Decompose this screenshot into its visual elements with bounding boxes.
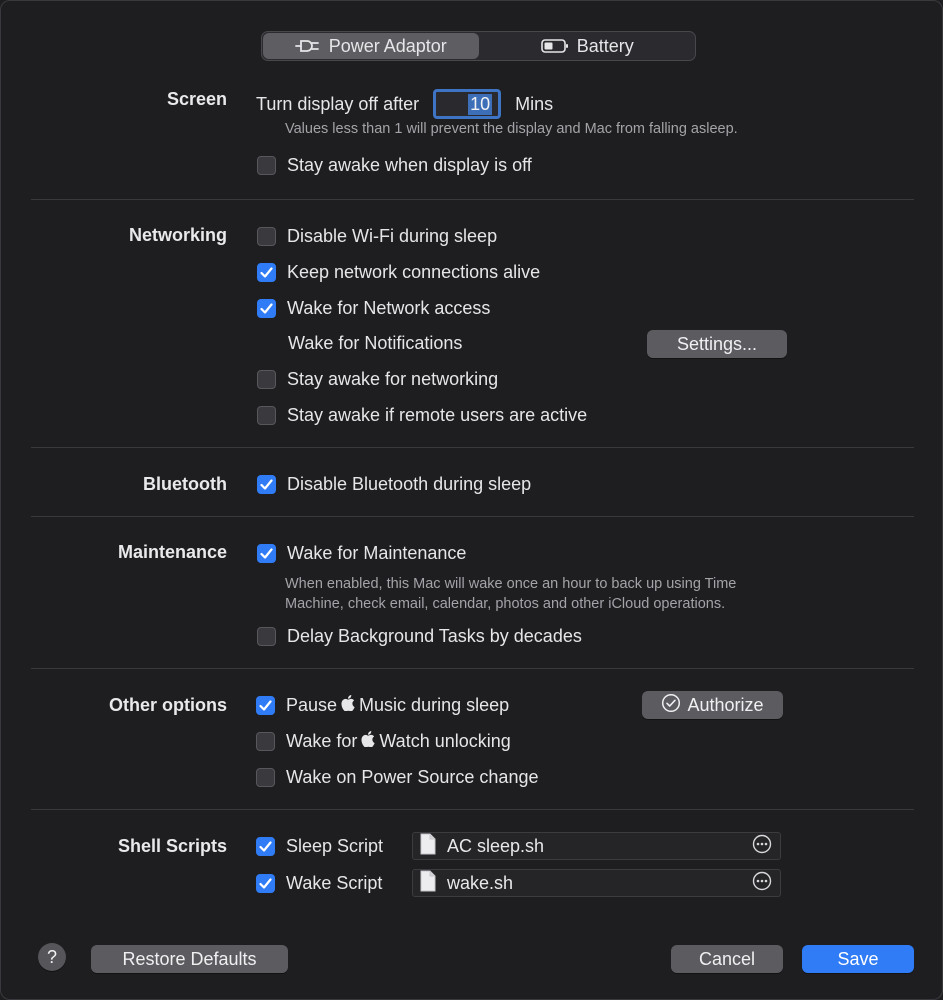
battery-icon — [540, 39, 569, 53]
section-label-other-options: Other options — [109, 695, 227, 715]
display-off-prefix: Turn display off after — [256, 93, 420, 114]
ellipsis-circle-icon[interactable] — [752, 834, 772, 859]
wake-script-file-field[interactable]: wake.sh — [412, 869, 781, 897]
checkbox-label: Wake for Maintenance — [287, 542, 467, 563]
document-icon — [419, 870, 437, 897]
section-label-maintenance: Maintenance — [117, 542, 227, 562]
checkmark-icon — [260, 547, 273, 559]
checkbox-label: Wake for Network access — [287, 297, 491, 318]
checkbox-label: Stay awake for networking — [287, 368, 499, 389]
wake-watch-unlocking-checkbox[interactable]: Wake for Watch unlocking — [256, 729, 511, 753]
sleep-script-filename: AC sleep.sh — [447, 835, 545, 856]
help-button[interactable]: ? — [38, 943, 66, 971]
checkmark-icon — [260, 478, 273, 490]
checkbox-label: Disable Wi-Fi during sleep — [287, 225, 498, 246]
checkmark-icon — [260, 302, 273, 314]
divider — [31, 809, 914, 810]
checkbox[interactable] — [256, 873, 275, 893]
checkbox[interactable] — [256, 695, 275, 715]
checkmark-icon — [260, 266, 273, 278]
section-label-shell-scripts: Shell Scripts — [117, 836, 227, 856]
checkbox[interactable] — [256, 731, 275, 751]
restore-defaults-button[interactable]: Restore Defaults — [91, 945, 288, 973]
checkbox-label: Wake on Power Source change — [286, 766, 539, 787]
stay-awake-display-off-checkbox[interactable]: Stay awake when display is off — [257, 153, 532, 177]
disable-bluetooth-checkbox[interactable]: Disable Bluetooth during sleep — [257, 472, 531, 496]
section-label-networking: Networking — [128, 225, 227, 245]
wake-script-filename: wake.sh — [447, 872, 514, 893]
authorize-button[interactable]: Authorize — [642, 691, 783, 719]
checkbox[interactable] — [257, 262, 276, 282]
sleep-script-checkbox[interactable]: Sleep Script — [256, 834, 383, 858]
checkbox[interactable] — [257, 626, 276, 646]
stay-awake-networking-checkbox[interactable]: Stay awake for networking — [257, 367, 498, 391]
checkbox-label: Stay awake if remote users are active — [287, 404, 588, 425]
apple-logo-icon — [361, 730, 375, 752]
source-segmented-control: Power Adaptor Battery — [261, 31, 696, 61]
checkbox[interactable] — [257, 405, 276, 425]
section-label-bluetooth: Bluetooth — [143, 474, 227, 494]
display-off-minutes-input[interactable]: 10 — [433, 89, 502, 119]
checkbox-label-prefix: Pause — [286, 694, 338, 715]
checkbox-label: Stay awake when display is off — [287, 154, 532, 175]
checkbox[interactable] — [256, 767, 275, 787]
ellipsis-circle-icon[interactable] — [752, 871, 772, 896]
checkbox[interactable] — [256, 836, 275, 856]
wake-maintenance-checkbox[interactable]: Wake for Maintenance — [257, 541, 466, 565]
notification-settings-button[interactable]: Settings... — [647, 330, 787, 358]
wake-network-access-checkbox[interactable]: Wake for Network access — [257, 296, 490, 320]
checkbox[interactable] — [257, 226, 276, 246]
tab-label: Power Adaptor — [328, 35, 447, 56]
checkbox-label: Wake Script — [286, 872, 383, 893]
stay-awake-remote-checkbox[interactable]: Stay awake if remote users are active — [257, 403, 587, 427]
maintenance-help-line-2: Machine, check email, calendar, photos a… — [285, 596, 726, 612]
wake-script-checkbox[interactable]: Wake Script — [256, 871, 382, 895]
checkmark-icon — [259, 877, 272, 889]
section-label-screen: Screen — [166, 89, 227, 109]
checkbox[interactable] — [257, 298, 276, 318]
checkbox-label: Keep network connections alive — [287, 261, 541, 282]
maintenance-help-line-1: When enabled, this Mac will wake once an… — [285, 576, 737, 592]
checkbox-label: Delay Background Tasks by decades — [287, 625, 582, 646]
apple-logo-icon — [341, 694, 355, 716]
checkbox-label: Disable Bluetooth during sleep — [287, 473, 532, 494]
tab-power-adaptor[interactable]: Power Adaptor — [263, 33, 479, 59]
screen-help-text: Values less than 1 will prevent the disp… — [285, 121, 738, 137]
checkbox-label-suffix: Music during sleep — [359, 694, 510, 715]
checkmark-icon — [259, 699, 272, 711]
disable-wifi-checkbox[interactable]: Disable Wi-Fi during sleep — [257, 224, 497, 248]
delay-background-tasks-checkbox[interactable]: Delay Background Tasks by decades — [257, 624, 582, 648]
checkbox[interactable] — [257, 543, 276, 563]
checkmark-icon — [259, 840, 272, 852]
display-off-unit: Mins — [515, 93, 554, 114]
tab-label: Battery — [576, 35, 634, 56]
checkbox[interactable] — [257, 369, 276, 389]
sleep-script-file-field[interactable]: AC sleep.sh — [412, 832, 781, 860]
checkbox-label-prefix: Wake for — [286, 730, 358, 751]
pause-music-checkbox[interactable]: Pause Music during sleep — [256, 693, 509, 717]
save-button[interactable]: Save — [802, 945, 914, 973]
checkbox[interactable] — [257, 155, 276, 175]
checkbox-label-suffix: Watch unlocking — [379, 730, 511, 751]
wake-power-source-checkbox[interactable]: Wake on Power Source change — [256, 765, 538, 789]
cancel-button[interactable]: Cancel — [671, 945, 783, 973]
wake-notifications-label: Wake for Notifications — [288, 332, 463, 353]
divider — [31, 516, 914, 517]
checkbox-label: Sleep Script — [286, 835, 384, 856]
divider — [31, 447, 914, 448]
display-off-row: Turn display off after 10 Mins — [256, 88, 553, 120]
checkmark-circle-icon — [661, 693, 681, 718]
document-icon — [419, 833, 437, 860]
checkbox[interactable] — [257, 474, 276, 494]
divider — [31, 199, 914, 200]
power-settings-window: Power Adaptor Battery Screen Turn displa… — [0, 0, 943, 1000]
power-plug-icon — [294, 38, 321, 54]
keep-network-alive-checkbox[interactable]: Keep network connections alive — [257, 260, 540, 284]
tab-battery[interactable]: Battery — [480, 32, 696, 60]
divider — [31, 668, 914, 669]
authorize-label: Authorize — [687, 694, 764, 715]
